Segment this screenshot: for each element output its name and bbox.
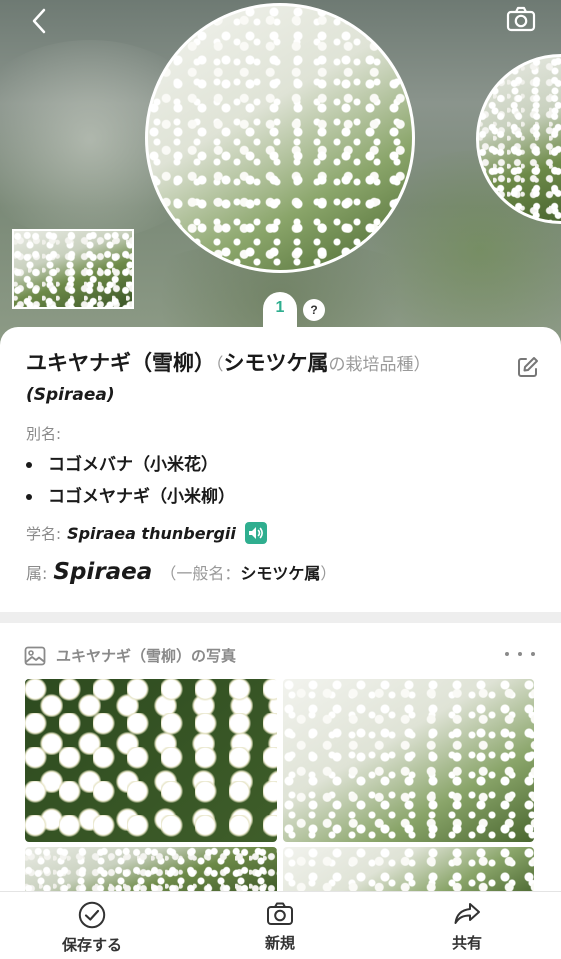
more-dot xyxy=(531,652,535,656)
scientific-name: Spiraea thunbergii xyxy=(67,523,236,543)
photo-page-indicator[interactable]: 1 xyxy=(263,292,297,332)
genus-common-value: シモツケ属 xyxy=(240,564,321,583)
plant-title: ユキヤナギ（雪柳）（シモツケ属の栽培品種） (Spiraea) xyxy=(26,348,496,410)
more-dot xyxy=(505,652,509,656)
save-button[interactable]: 保存する xyxy=(44,892,140,959)
bullet xyxy=(26,494,32,500)
photo-thumbnail[interactable] xyxy=(12,229,134,309)
alias-text: コゴメバナ（小米花） xyxy=(48,455,218,475)
chevron-left-icon xyxy=(32,8,46,34)
bullet xyxy=(26,462,32,468)
speaker-icon xyxy=(248,527,263,539)
share-label: 共有 xyxy=(451,934,482,952)
genus-common-name: （一般名：シモツケ属） xyxy=(160,560,336,584)
title-open-paren: （ xyxy=(215,355,224,375)
check-circle-icon xyxy=(78,901,106,929)
more-options-button[interactable] xyxy=(505,645,535,663)
share-button[interactable]: 共有 xyxy=(427,892,507,959)
photo-gallery-icon xyxy=(24,646,46,665)
more-dot xyxy=(518,652,522,656)
plant-name: ユキヤナギ（雪柳） xyxy=(26,351,215,375)
alias-item: コゴメヤナギ（小米柳） xyxy=(26,481,235,513)
scientific-label: 学名: xyxy=(26,524,62,543)
section-divider xyxy=(0,612,561,623)
gallery-photo[interactable] xyxy=(25,679,277,842)
aliases-label: 別名: xyxy=(26,425,62,443)
alias-text: コゴメヤナギ（小米柳） xyxy=(48,487,235,507)
photos-section-header: ユキヤナギ（雪柳）の写真 xyxy=(24,645,236,666)
photo-header: 1 ? xyxy=(0,0,561,345)
pronounce-button[interactable] xyxy=(244,522,267,544)
edit-icon xyxy=(518,357,538,377)
bottom-action-bar: 保存する 新規 共有 xyxy=(0,891,561,959)
gallery-photo[interactable] xyxy=(283,679,534,842)
plant-cultivar-note: の栽培品種） xyxy=(328,355,431,375)
share-icon xyxy=(454,903,480,924)
gallery-photo[interactable] xyxy=(25,847,277,897)
help-button[interactable]: ? xyxy=(303,299,325,321)
genus-row: 属: Spiraea （一般名：シモツケ属） xyxy=(26,559,336,585)
genus-common-suffix: ） xyxy=(320,564,337,583)
new-label: 新規 xyxy=(264,934,295,952)
main-plant-photo[interactable] xyxy=(145,3,415,273)
photos-section-title: ユキヤナギ（雪柳）の写真 xyxy=(56,647,237,665)
plant-group-name: シモツケ属 xyxy=(223,351,329,375)
camera-button[interactable] xyxy=(502,2,540,36)
plant-group-scientific: (Spiraea) xyxy=(26,385,115,405)
camera-icon xyxy=(267,902,293,925)
plant-info-card: ユキヤナギ（雪柳）（シモツケ属の栽培品種）(Spiraea) 別名: コゴメバナ… xyxy=(0,327,561,612)
new-button[interactable]: 新規 xyxy=(240,892,320,959)
aliases-list: コゴメバナ（小米花） コゴメヤナギ（小米柳） xyxy=(26,449,235,513)
alias-item: コゴメバナ（小米花） xyxy=(26,449,235,481)
genus-name[interactable]: Spiraea xyxy=(53,559,152,585)
plant-detail-screen: 1 ? ユキヤナギ（雪柳）（シモツケ属の栽培品種）(Spiraea) 別名: コ… xyxy=(0,0,561,959)
back-button[interactable] xyxy=(22,4,56,38)
camera-icon xyxy=(506,6,536,32)
genus-common-prefix: （一般名： xyxy=(160,564,241,583)
gallery-photo[interactable] xyxy=(283,847,534,897)
edit-button[interactable] xyxy=(517,356,539,378)
save-label: 保存する xyxy=(61,936,122,954)
scientific-name-row: 学名: Spiraea thunbergii xyxy=(26,520,267,546)
genus-label: 属: xyxy=(26,564,48,583)
